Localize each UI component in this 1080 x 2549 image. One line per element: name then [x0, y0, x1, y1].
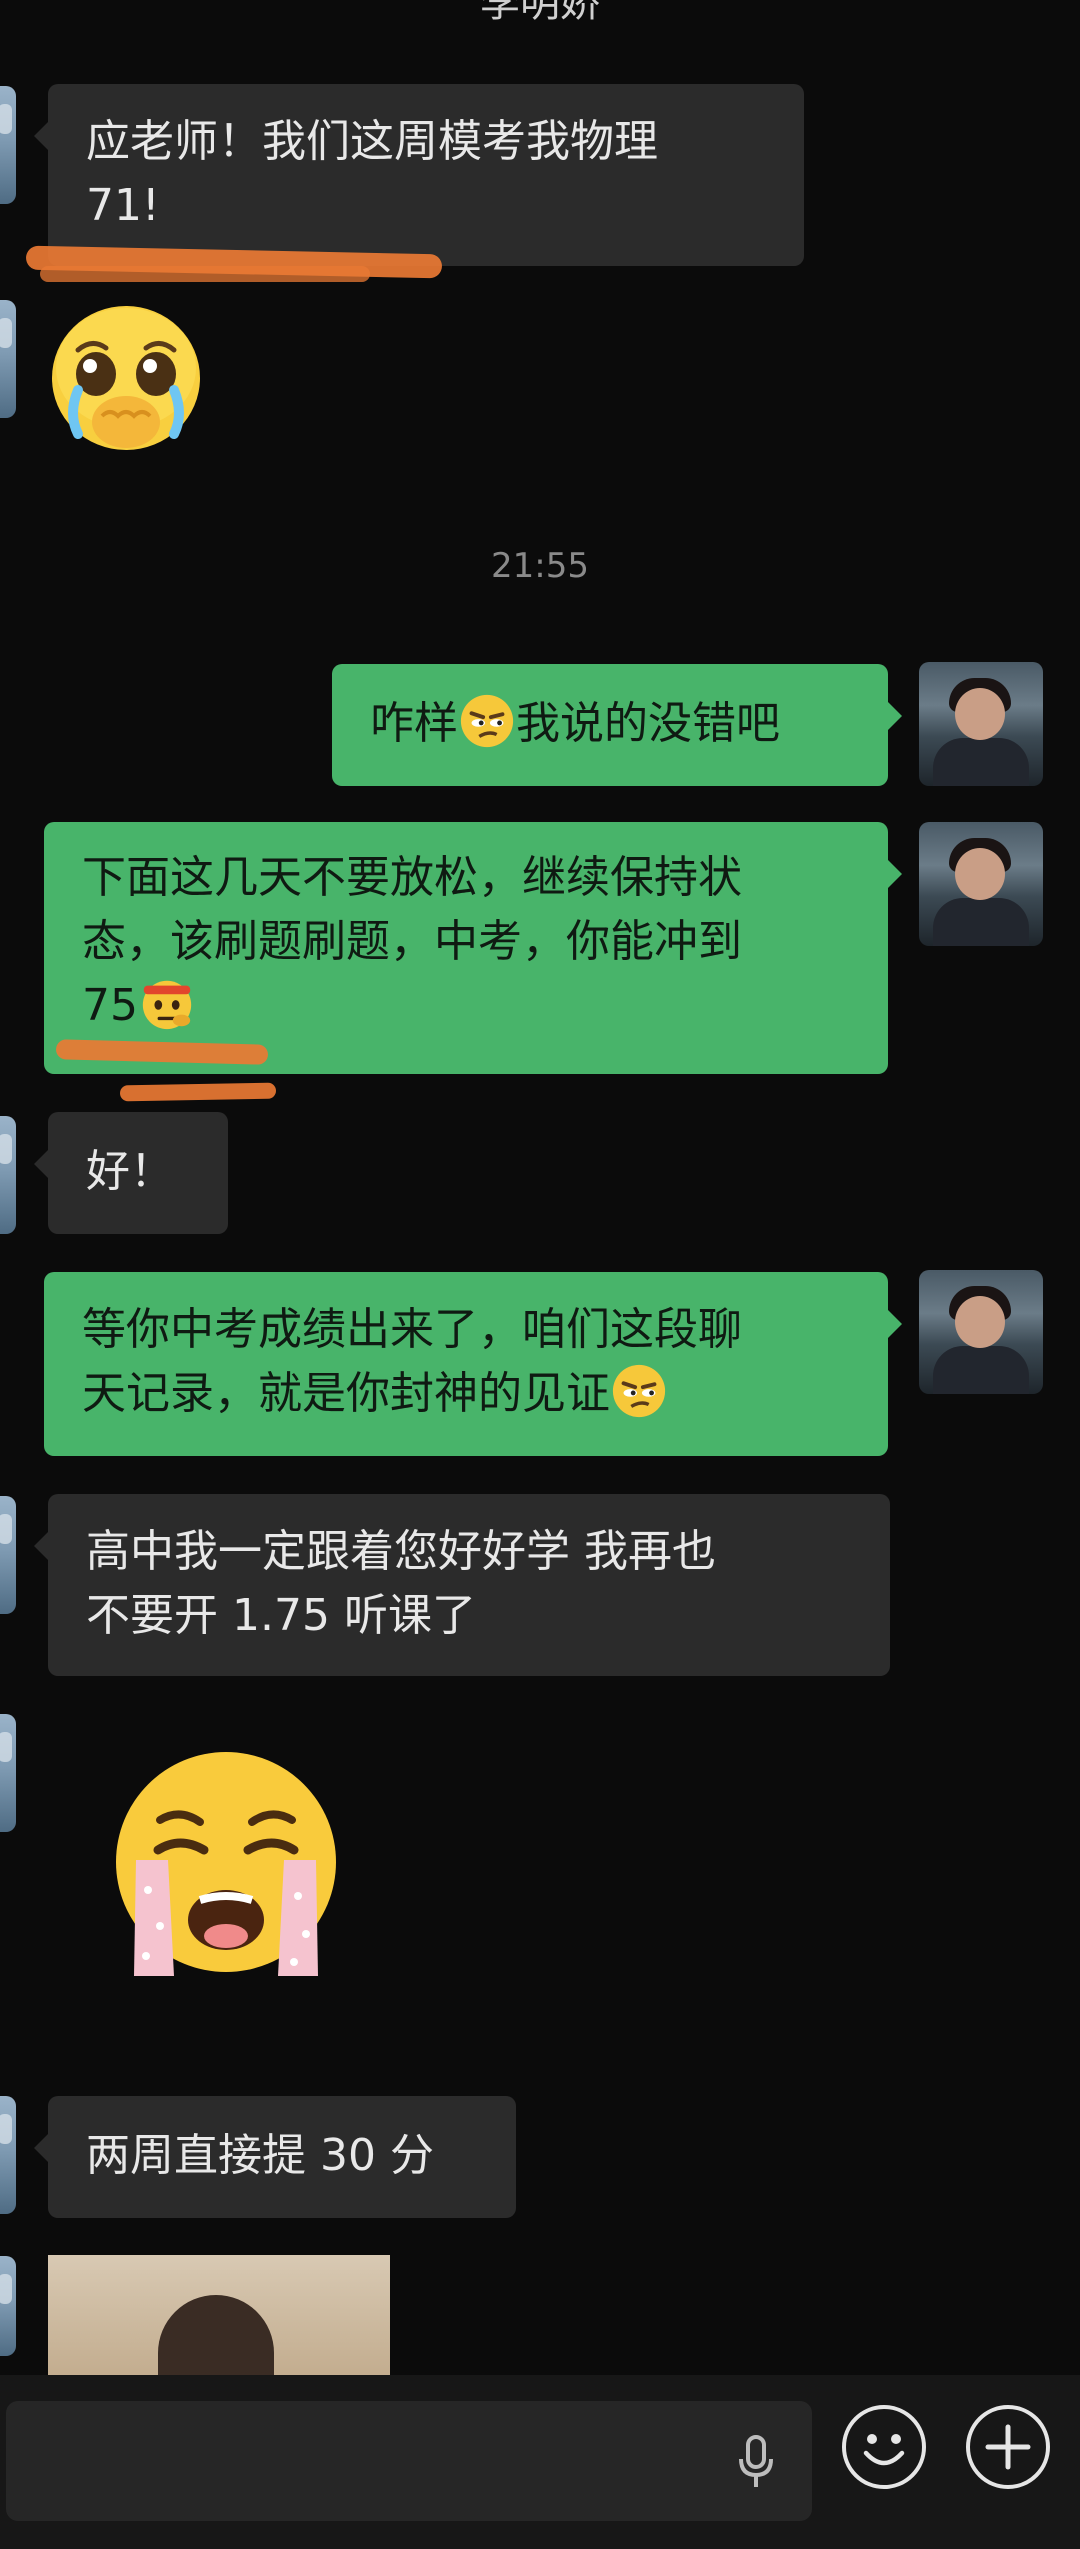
plus-icon	[985, 2424, 1031, 2470]
message-text: 两周直接提 30 分	[86, 2130, 434, 2181]
loudly-crying-face-sticker[interactable]	[108, 1750, 344, 1986]
message-bubble[interactable]: 应老师！我们这周模考我物理 71!	[34, 84, 804, 266]
message-input[interactable]	[6, 2401, 812, 2521]
message-line: 态，该刷题刷题，中考，你能冲到	[82, 916, 742, 967]
message-line: 应老师！我们这周模考我物理	[86, 116, 658, 167]
message-text: 我说的没错吧	[516, 698, 780, 749]
message-bubble[interactable]: 等你中考成绩出来了，咱们这段聊 天记录，就是你封神的见证	[44, 1272, 902, 1456]
input-bar	[0, 2375, 1080, 2549]
my-avatar[interactable]	[919, 662, 1043, 786]
highlight-underline	[119, 1082, 277, 1102]
contact-avatar[interactable]	[0, 1116, 16, 1234]
emoji-button[interactable]	[842, 2405, 926, 2489]
thinking-headband-emoji	[142, 980, 192, 1030]
highlight-underline	[40, 266, 370, 282]
skeptical-smirk-emoji	[460, 694, 514, 748]
chat-title: 李明娇	[480, 0, 600, 26]
contact-avatar[interactable]	[0, 2096, 16, 2214]
skeptical-smirk-emoji	[612, 1364, 666, 1418]
contact-avatar[interactable]	[0, 1714, 16, 1832]
my-avatar[interactable]	[919, 1270, 1043, 1394]
message-bubble[interactable]: 下面这几天不要放松，继续保持状 态，该刷题刷题，中考，你能冲到 75	[44, 822, 902, 1074]
message-line: 71!	[86, 180, 160, 231]
teary-pleading-face-sticker[interactable]	[44, 298, 214, 458]
contact-avatar[interactable]	[0, 300, 16, 418]
message-line: 高中我一定跟着您好好学 我再也	[86, 1526, 716, 1577]
message-line: 不要开 1.75 听课了	[86, 1590, 476, 1641]
message-line: 75	[82, 980, 138, 1031]
message-bubble[interactable]: 高中我一定跟着您好好学 我再也 不要开 1.75 听课了	[34, 1494, 890, 1676]
contact-avatar[interactable]	[0, 2256, 16, 2356]
contact-avatar[interactable]	[0, 1496, 16, 1614]
message-bubble[interactable]: 咋样 我说的没错吧	[332, 664, 902, 786]
my-avatar[interactable]	[919, 822, 1043, 946]
timestamp: 21:55	[491, 546, 589, 586]
message-line: 等你中考成绩出来了，咱们这段聊	[82, 1304, 742, 1355]
microphone-icon[interactable]	[736, 2435, 776, 2489]
message-line: 天记录，就是你封神的见证	[82, 1368, 610, 1419]
image-message[interactable]	[48, 2255, 390, 2375]
add-button[interactable]	[966, 2405, 1050, 2489]
message-line: 下面这几天不要放松，继续保持状	[82, 852, 742, 903]
smiley-icon	[863, 2434, 905, 2466]
contact-avatar[interactable]	[0, 86, 16, 204]
message-text: 咋样	[370, 698, 458, 749]
message-bubble[interactable]: 两周直接提 30 分	[34, 2096, 516, 2218]
message-text: 好！	[86, 1146, 174, 1197]
message-bubble[interactable]: 好！	[34, 1112, 228, 1234]
